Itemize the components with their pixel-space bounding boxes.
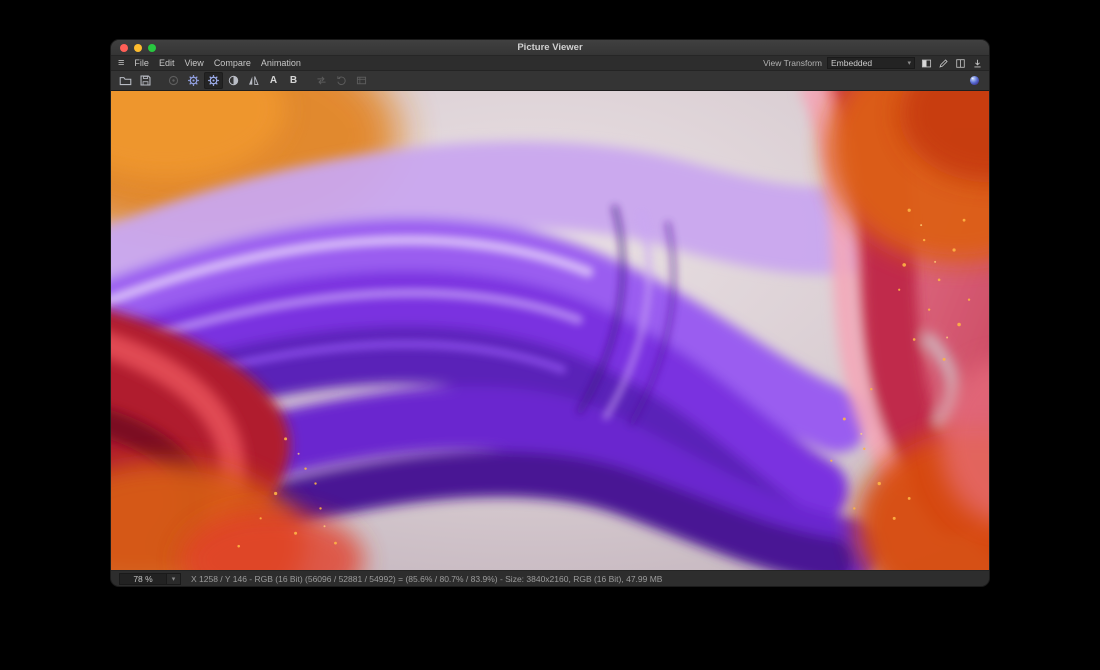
close-window-button[interactable]	[120, 44, 128, 52]
toolbar: A B	[111, 71, 989, 91]
menu-compare[interactable]: Compare	[209, 58, 256, 68]
history-icon	[335, 74, 348, 87]
edit-pen-icon[interactable]	[937, 57, 949, 69]
zoom-dropdown-button[interactable]: ▾	[167, 573, 181, 585]
toolbar-right-group	[965, 72, 984, 89]
view-transform-label: View Transform	[763, 58, 822, 68]
titlebar[interactable]: Picture Viewer	[111, 40, 989, 56]
compare-a-label: A	[270, 75, 277, 86]
target-button[interactable]	[164, 72, 183, 89]
chevron-down-icon: ▾	[172, 575, 176, 583]
render-settings-gear-button[interactable]	[204, 72, 223, 89]
chevron-down-icon: ▾	[907, 59, 911, 67]
save-button[interactable]	[136, 72, 155, 89]
toolbar-separator	[304, 80, 311, 81]
hamburger-menu-icon[interactable]: ≡	[117, 58, 129, 68]
view-transform-dropdown[interactable]: Embedded ▾	[827, 57, 915, 69]
settings-gear-icon	[187, 74, 200, 87]
traffic-lights	[120, 40, 156, 55]
open-file-button[interactable]	[116, 72, 135, 89]
window-title: Picture Viewer	[517, 42, 582, 53]
swap-ab-button[interactable]	[312, 72, 331, 89]
zoom-level-field[interactable]: 78 %	[119, 573, 167, 585]
image-canvas[interactable]	[111, 91, 989, 570]
menubar-right-group: View Transform Embedded ▾	[763, 57, 983, 69]
split-view-icon[interactable]	[920, 57, 932, 69]
compare-b-button[interactable]: B	[284, 72, 303, 89]
status-info-text: X 1258 / Y 146 - RGB (16 Bit) (56096 / 5…	[191, 574, 662, 584]
material-ball-icon	[968, 74, 981, 87]
contrast-icon	[227, 74, 240, 87]
layout-frame-icon[interactable]	[954, 57, 966, 69]
zoom-level-value: 78 %	[133, 574, 152, 584]
desktop-background: Picture Viewer ≡ File Edit View Compare …	[0, 0, 1100, 670]
settings-gear-button[interactable]	[184, 72, 203, 89]
menu-view[interactable]: View	[179, 58, 208, 68]
save-icon	[139, 74, 152, 87]
view-transform-value: Embedded	[831, 58, 872, 68]
swap-icon	[315, 74, 328, 87]
contrast-button[interactable]	[224, 72, 243, 89]
menu-file[interactable]: File	[129, 58, 154, 68]
compare-b-label: B	[290, 75, 297, 86]
render-settings-gear-icon	[207, 74, 220, 87]
menubar: ≡ File Edit View Compare Animation View …	[111, 56, 989, 71]
picture-viewer-window: Picture Viewer ≡ File Edit View Compare …	[110, 39, 990, 587]
toolbar-separator	[156, 80, 163, 81]
menu-edit[interactable]: Edit	[154, 58, 180, 68]
menu-animation[interactable]: Animation	[256, 58, 306, 68]
open-folder-icon	[119, 74, 132, 87]
statusbar: 78 % ▾ X 1258 / Y 146 - RGB (16 Bit) (56…	[111, 570, 989, 586]
mirror-icon	[247, 74, 260, 87]
compare-a-button[interactable]: A	[264, 72, 283, 89]
history-button[interactable]	[332, 72, 351, 89]
frames-icon	[355, 74, 368, 87]
target-icon	[167, 74, 180, 87]
frames-button[interactable]	[352, 72, 371, 89]
material-ball-button[interactable]	[965, 72, 984, 89]
rendered-image	[111, 91, 989, 570]
download-icon[interactable]	[971, 57, 983, 69]
minimize-window-button[interactable]	[134, 44, 142, 52]
zoom-window-button[interactable]	[148, 44, 156, 52]
mirror-button[interactable]	[244, 72, 263, 89]
